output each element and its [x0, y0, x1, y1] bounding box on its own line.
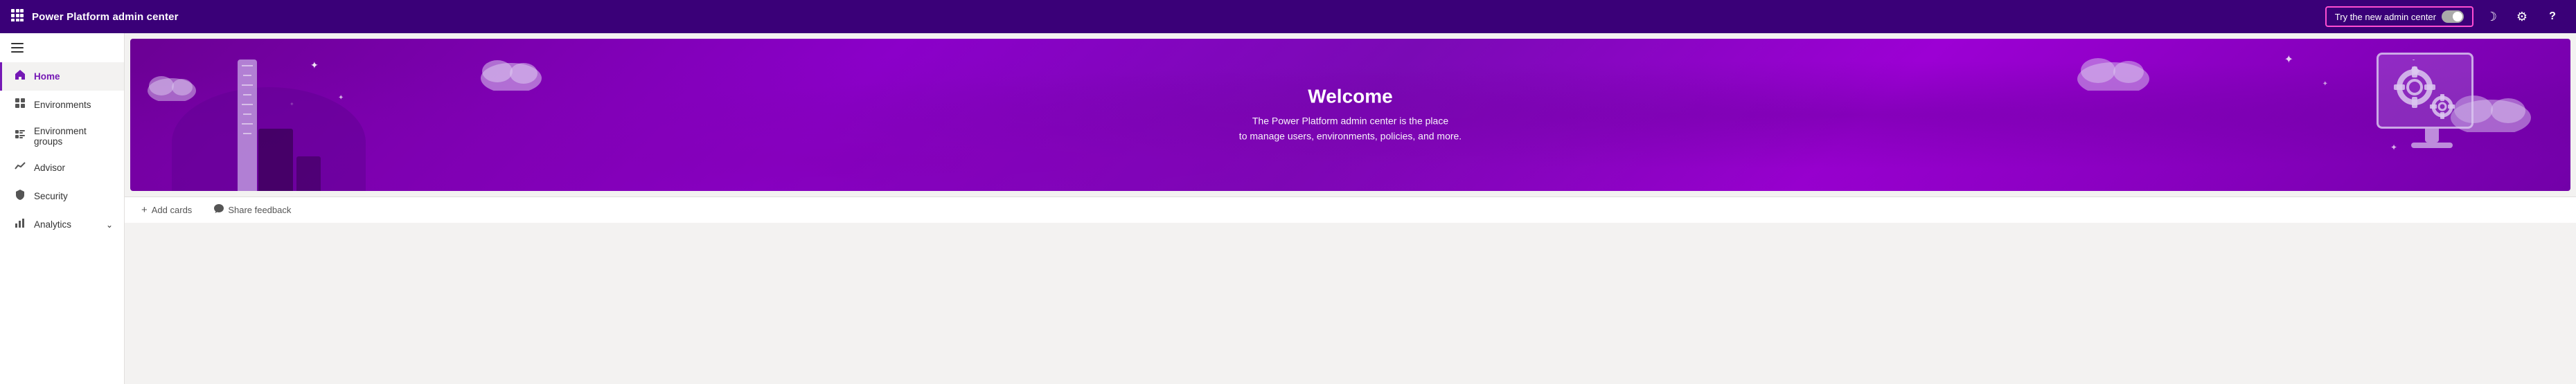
- monitor-stand: [2425, 129, 2439, 143]
- gear-icon: ⚙: [2516, 10, 2528, 24]
- share-feedback-icon: [214, 204, 224, 216]
- add-cards-button[interactable]: + Add cards: [136, 201, 197, 219]
- security-icon: [13, 189, 27, 203]
- cloud-center: [477, 49, 546, 94]
- waffle-icon[interactable]: [11, 9, 24, 25]
- analytics-icon: [13, 217, 27, 232]
- sidebar-item-environments[interactable]: Environments: [0, 91, 124, 119]
- sidebar-analytics-label: Analytics: [34, 219, 71, 230]
- settings-button[interactable]: ⚙: [2510, 4, 2534, 29]
- cloud-right-mid: [2072, 46, 2155, 94]
- content-area: ✦ ✦ ✦ ✦ ✦ ✦: [125, 33, 2576, 384]
- ruler-graphic: [238, 60, 257, 191]
- main-layout: Home Environments: [0, 33, 2576, 384]
- try-new-admin-button[interactable]: Try the new admin center: [2325, 6, 2473, 27]
- help-icon: ?: [2549, 10, 2556, 23]
- home-icon: [13, 69, 27, 84]
- topbar-right: Try the new admin center ☽ ⚙ ?: [2325, 4, 2565, 29]
- share-feedback-button[interactable]: Share feedback: [208, 201, 296, 219]
- theme-toggle-button[interactable]: ☽: [2479, 4, 2504, 29]
- banner-subtitle-line1: The Power Platform admin center is the p…: [1239, 113, 1462, 129]
- star-5: ✦: [2322, 80, 2328, 88]
- sidebar-advisor-label: Advisor: [34, 163, 65, 173]
- rect-shape-1: [258, 129, 293, 191]
- sidebar-home-label: Home: [34, 71, 60, 82]
- topbar: Power Platform admin center Try the new …: [0, 0, 2576, 33]
- rect-shape-2: [296, 156, 321, 191]
- welcome-banner: ✦ ✦ ✦ ✦ ✦ ✦: [130, 39, 2570, 191]
- banner-subtitle-line2: to manage users, environments, policies,…: [1239, 129, 1462, 144]
- add-cards-label: Add cards: [152, 205, 193, 215]
- sidebar-item-advisor[interactable]: Advisor: [0, 154, 124, 182]
- star-2: ✦: [338, 94, 344, 102]
- sidebar-item-home[interactable]: Home: [0, 62, 124, 91]
- star-4: ✦: [2284, 53, 2293, 66]
- bottom-toolbar: + Add cards Share feedback: [125, 196, 2576, 223]
- monitor-base: [2411, 143, 2453, 148]
- topbar-left: Power Platform admin center: [11, 9, 179, 25]
- try-new-admin-label: Try the new admin center: [2335, 12, 2436, 22]
- advisor-icon: [13, 161, 27, 175]
- environments-icon: [13, 98, 27, 112]
- new-admin-toggle[interactable]: [2442, 10, 2464, 23]
- sidebar-hamburger[interactable]: [0, 33, 124, 62]
- moon-icon: ☽: [2486, 10, 2497, 24]
- banner-text: Welcome The Power Platform admin center …: [1239, 86, 1462, 145]
- sidebar-environments-label: Environments: [34, 100, 91, 110]
- monitor-screen: [2377, 53, 2473, 129]
- sidebar-item-security[interactable]: Security: [0, 182, 124, 210]
- app-title: Power Platform admin center: [32, 11, 179, 23]
- monitor-illustration: [2377, 53, 2487, 149]
- star-1: ✦: [310, 60, 319, 71]
- sidebar: Home Environments: [0, 33, 125, 384]
- sidebar-item-analytics[interactable]: Analytics ⌄: [0, 210, 124, 239]
- sidebar-item-environment-groups[interactable]: Environment groups: [0, 119, 124, 154]
- sidebar-environment-groups-label: Environment groups: [34, 126, 113, 147]
- banner-welcome-title: Welcome: [1239, 86, 1462, 108]
- sidebar-security-label: Security: [34, 191, 68, 201]
- cloud-top-left: [144, 66, 199, 104]
- help-button[interactable]: ?: [2540, 4, 2565, 29]
- environment-groups-icon: [13, 129, 27, 144]
- share-feedback-label: Share feedback: [228, 205, 291, 215]
- add-cards-icon: +: [141, 204, 148, 216]
- analytics-chevron-icon: ⌄: [106, 220, 113, 230]
